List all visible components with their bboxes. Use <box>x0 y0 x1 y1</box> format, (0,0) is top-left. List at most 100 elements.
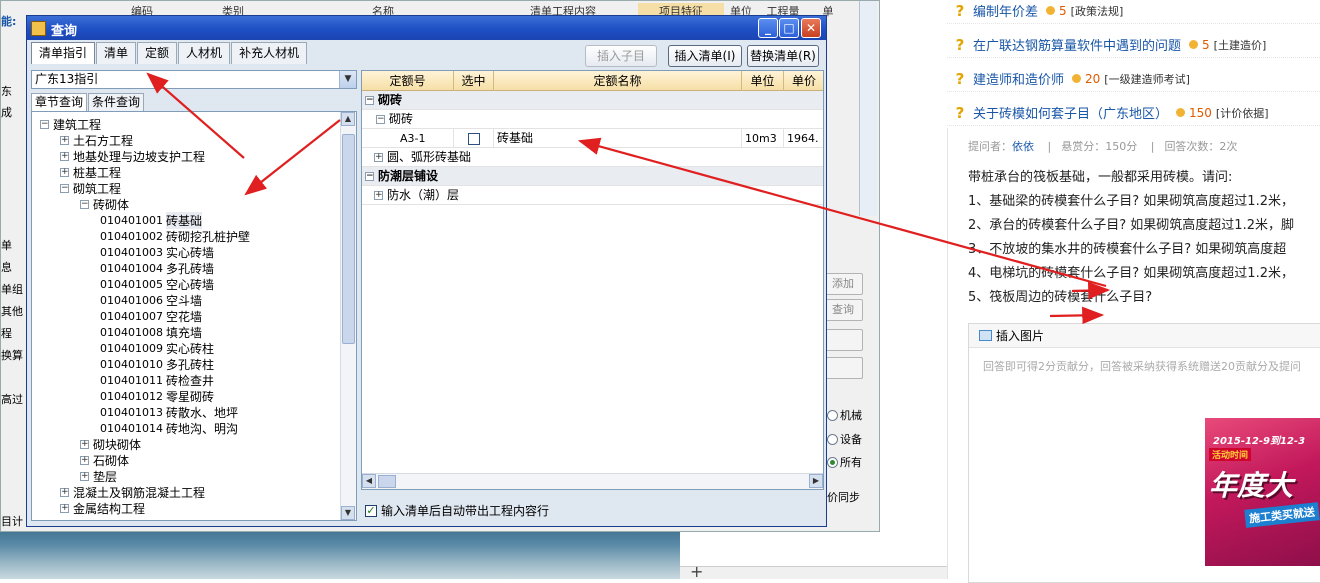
bg-button-3[interactable] <box>823 329 863 351</box>
collapse-icon[interactable]: − <box>365 172 374 181</box>
tree-node[interactable]: − 砌筑工程 <box>60 180 121 196</box>
grid-col-header[interactable]: 单价 <box>784 71 823 91</box>
tree-node[interactable]: 010401012 零星砌砖 <box>100 388 214 404</box>
tree-node[interactable]: 010401003 实心砖墙 <box>100 244 214 260</box>
tree-node[interactable]: + 桩基工程 <box>60 164 121 180</box>
related-question[interactable]: ? 编制年价差 5 [政策法规] <box>947 0 1320 24</box>
expand-icon[interactable]: + <box>60 167 69 177</box>
tab-3[interactable]: 人材机 <box>178 42 231 64</box>
related-question[interactable]: ? 在广联达钢筋算量软件中遇到的问题 5 [土建造价] <box>947 32 1320 58</box>
tree-node[interactable]: 010401007 空花墙 <box>100 308 202 324</box>
plus-icon[interactable]: + <box>690 562 703 581</box>
expand-icon[interactable]: + <box>80 455 89 465</box>
tree-node[interactable]: + 石砌体 <box>80 452 129 468</box>
tree-node[interactable]: + 金属结构工程 <box>60 500 145 516</box>
related-question[interactable]: ? 建造师和造价师 20 [一级建造师考试] <box>947 66 1320 92</box>
insert-image-button[interactable]: 插入图片 <box>996 327 1044 344</box>
tree-scrollbar[interactable]: ▲ ▼ <box>340 112 356 520</box>
question-link[interactable]: 编制年价差 <box>973 1 1038 20</box>
maximize-button[interactable]: □ <box>779 18 799 38</box>
radio-equipment[interactable]: 设备 <box>827 431 862 447</box>
question-link[interactable]: 在广联达钢筋算量软件中遇到的问题 <box>973 35 1181 54</box>
tree-node[interactable]: + 砌块砌体 <box>80 436 141 452</box>
grid-col-header[interactable]: 定额号 <box>362 71 454 91</box>
close-button[interactable]: ✕ <box>801 18 821 38</box>
query-button[interactable]: 查询 <box>823 299 863 321</box>
tree-node[interactable]: + 垫层 <box>80 468 117 484</box>
tree-node[interactable]: − 建筑工程 <box>40 116 101 132</box>
subtab-0[interactable]: 章节查询 <box>31 93 88 111</box>
add-button[interactable]: 添加 <box>823 273 863 295</box>
h-scroll-thumb[interactable] <box>378 475 396 488</box>
scroll-down-icon[interactable]: ▼ <box>341 506 355 520</box>
radio-all[interactable]: 所有 <box>827 454 862 470</box>
bg-button-4[interactable] <box>823 357 863 379</box>
tree-node[interactable]: + 混凝土及钢筋混凝土工程 <box>60 484 205 500</box>
question-category[interactable]: [政策法规] <box>1071 3 1124 19</box>
tree-node[interactable]: + 地基处理与边坡支护工程 <box>60 148 205 164</box>
expand-icon[interactable]: + <box>60 151 69 161</box>
grid-subgroup-row[interactable]: + 圆、弧形砖基础 <box>362 148 823 167</box>
grid-group-row[interactable]: − 防潮层铺设 <box>362 167 823 186</box>
subtab-1[interactable]: 条件查询 <box>88 93 145 111</box>
tree-node[interactable]: 010401014 砖地沟、明沟 <box>100 420 238 436</box>
question-category[interactable]: [土建造价] <box>1214 37 1267 53</box>
tree-node[interactable]: + 土石方工程 <box>60 132 133 148</box>
expand-icon[interactable]: + <box>80 439 89 449</box>
collapse-icon[interactable]: − <box>40 119 49 129</box>
grid-row[interactable]: A3-1 砖基础 10m3 1964. <box>362 129 823 148</box>
question-category[interactable]: [一级建造师考试] <box>1104 71 1190 87</box>
replace-list-button[interactable]: 替换清单(R) <box>747 45 819 67</box>
expand-icon[interactable]: + <box>60 503 69 513</box>
grid-col-header[interactable]: 定额名称 <box>494 71 742 91</box>
scroll-thumb[interactable] <box>342 134 355 344</box>
bg-vertical-scrollbar[interactable] <box>859 1 877 216</box>
grid-col-header[interactable]: 单位 <box>742 71 784 91</box>
chevron-down-icon[interactable]: ▼ <box>339 71 356 88</box>
related-question[interactable]: ? 关于砖模如何套子目（广东地区） 150 [计价依据] <box>947 100 1320 126</box>
expand-icon[interactable]: + <box>60 135 69 145</box>
promo-banner[interactable]: 2015-12-9到12-3 活动时间 年度大 施工类买就送 <box>1205 418 1320 566</box>
tab-0[interactable]: 清单指引 <box>31 42 96 64</box>
grid-subgroup-row[interactable]: + 防水（潮）层 <box>362 186 823 205</box>
scroll-left-icon[interactable]: ◀ <box>362 474 376 488</box>
tab-1[interactable]: 清单 <box>96 42 137 64</box>
auto-bring-checkbox[interactable]: ✓ 输入清单后自动带出工程内容行 <box>365 502 549 519</box>
asker-link[interactable]: 依依 <box>1012 140 1034 153</box>
scroll-up-icon[interactable]: ▲ <box>341 112 355 126</box>
tree-node[interactable]: 010401004 多孔砖墙 <box>100 260 214 276</box>
question-category[interactable]: [计价依据] <box>1216 105 1269 121</box>
tree-node[interactable]: 010401011 砖检查井 <box>100 372 214 388</box>
tree-node[interactable]: 010401006 空斗墙 <box>100 292 202 308</box>
select-checkbox[interactable] <box>467 132 480 145</box>
tree-node[interactable]: 010401002 砖砌挖孔桩护壁 <box>100 228 250 244</box>
collapse-icon[interactable]: − <box>376 115 385 124</box>
tree-node[interactable]: 010401009 实心砖柱 <box>100 340 214 356</box>
guide-select[interactable]: 广东13指引 ▼ <box>31 70 357 89</box>
collapse-icon[interactable]: − <box>60 183 69 193</box>
tab-2[interactable]: 定额 <box>137 42 178 64</box>
tree-node[interactable]: 010401010 多孔砖柱 <box>100 356 214 372</box>
expand-icon[interactable]: + <box>80 471 89 481</box>
minimize-button[interactable]: _ <box>758 18 778 38</box>
tree-node[interactable]: 010401013 砖散水、地坪 <box>100 404 238 420</box>
expand-icon[interactable]: + <box>60 487 69 497</box>
expand-icon[interactable]: + <box>374 153 383 162</box>
tree-node[interactable]: 010401008 填充墙 <box>100 324 202 340</box>
grid-col-header[interactable]: 选中 <box>454 71 494 91</box>
tree-node[interactable]: 010401005 空心砖墙 <box>100 276 214 292</box>
scroll-right-icon[interactable]: ▶ <box>809 474 823 488</box>
question-link[interactable]: 关于砖模如何套子目（广东地区） <box>973 103 1168 122</box>
question-link[interactable]: 建造师和造价师 <box>973 69 1064 88</box>
grid-subgroup-row[interactable]: − 砌砖 <box>362 110 823 129</box>
checkbox-checked-icon[interactable]: ✓ <box>365 504 377 517</box>
insert-child-button[interactable]: 插入子目 <box>585 45 657 67</box>
collapse-icon[interactable]: − <box>80 199 89 209</box>
expand-icon[interactable]: + <box>374 191 383 200</box>
insert-list-button[interactable]: 插入清单(I) <box>668 45 742 67</box>
grid-group-row[interactable]: − 砌砖 <box>362 91 823 110</box>
tree-node[interactable]: 010401001 砖基础 <box>100 211 203 229</box>
grid-horizontal-scrollbar[interactable]: ◀ ▶ <box>362 473 823 489</box>
tree-node[interactable]: − 砖砌体 <box>80 196 129 212</box>
radio-machinery[interactable]: 机械 <box>827 407 862 423</box>
